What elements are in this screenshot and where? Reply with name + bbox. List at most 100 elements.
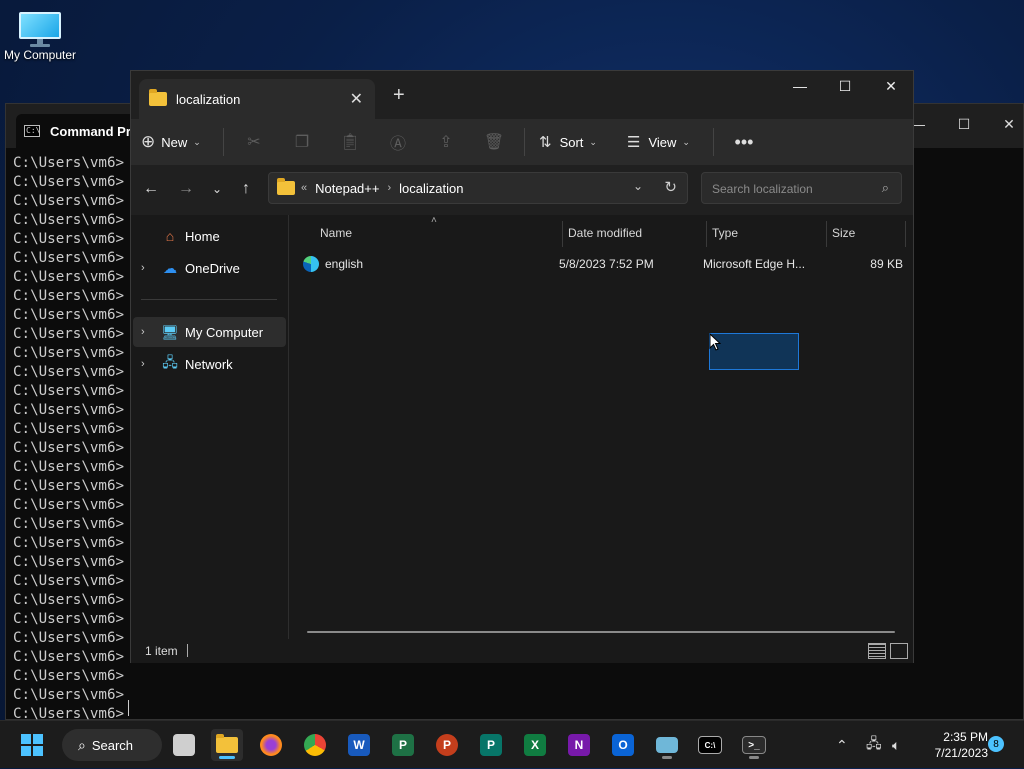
chevron-right-icon[interactable]: › <box>141 326 161 338</box>
taskbar-powerpoint[interactable]: P <box>431 729 463 761</box>
forward-icon[interactable]: → <box>174 177 198 201</box>
up-icon[interactable]: ↑ <box>234 177 258 201</box>
column-header-size[interactable]: Size <box>832 221 902 245</box>
cmd-line: C:\Users\vm6> <box>13 687 125 703</box>
cmd-line: C:\Users\vm6> <box>13 573 125 589</box>
excel-icon: X <box>524 734 546 756</box>
edge-html-file-icon <box>303 256 319 272</box>
project-icon: P <box>392 734 414 756</box>
refresh-icon[interactable]: ↻ <box>664 178 677 196</box>
notification-badge[interactable]: 8 <box>988 736 1004 752</box>
view-button[interactable]: ☰ View ⌄ <box>617 126 707 158</box>
volume-icon[interactable]: 🔈︎ <box>892 721 900 769</box>
monitor-icon <box>19 12 61 47</box>
cmd-line: C:\Users\vm6> <box>13 345 125 361</box>
nav-item-home[interactable]: ⌂ Home <box>133 221 286 251</box>
chevron-right-icon[interactable]: › <box>141 358 161 370</box>
folder-icon <box>149 89 167 106</box>
rename-icon[interactable]: Ⓐ <box>374 126 422 158</box>
chevron-right-icon[interactable]: › <box>141 262 161 274</box>
taskbar-search[interactable]: ⌕ Search <box>62 729 162 761</box>
more-options-icon[interactable]: ••• <box>720 126 768 158</box>
back-icon[interactable]: ← <box>139 177 163 201</box>
cmd-cursor <box>128 700 129 716</box>
cmd-line: C:\Users\vm6> <box>13 193 125 209</box>
taskbar-project[interactable]: P <box>387 729 419 761</box>
cmd-line: C:\Users\vm6> <box>13 611 125 627</box>
plus-circle-icon: ⊕ <box>141 132 156 151</box>
home-icon: ⌂ <box>165 228 175 244</box>
cmd-line: C:\Users\vm6> <box>13 402 125 418</box>
nav-item-onedrive[interactable]: › ☁ OneDrive <box>133 253 286 283</box>
taskbar-chrome[interactable] <box>299 729 331 761</box>
maximize-button[interactable]: ☐ <box>822 71 868 101</box>
breadcrumb-localization[interactable]: localization <box>399 181 463 196</box>
sort-button[interactable]: ⇅ Sort ⌄ <box>531 126 617 158</box>
view-label: View <box>648 134 677 150</box>
taskbar-file-explorer[interactable] <box>211 729 243 761</box>
taskbar-touch-keyboard[interactable] <box>651 729 683 761</box>
new-tab-button[interactable]: + <box>393 84 405 107</box>
tiles-view-icon[interactable] <box>890 643 908 659</box>
folder-icon <box>277 178 295 195</box>
network-icon: 🖧 <box>162 354 178 370</box>
minimize-button[interactable]: — <box>777 71 823 101</box>
firefox-icon <box>260 734 282 756</box>
search-input[interactable] <box>710 181 874 197</box>
file-list[interactable]: ˄ Name Date modified Type Size english 5… <box>289 215 913 639</box>
taskbar-terminal[interactable]: >_ <box>738 729 770 761</box>
close-tab-icon[interactable]: ✕ <box>350 89 363 109</box>
taskbar-onenote[interactable]: N <box>563 729 595 761</box>
explorer-tab-bar[interactable]: localization ✕ + — ☐ ✕ <box>131 71 913 119</box>
details-view-icon[interactable] <box>868 643 886 659</box>
taskbar-command-prompt[interactable]: C:\ <box>694 729 726 761</box>
chevron-down-icon: ⌄ <box>589 136 597 147</box>
taskbar: ⌕ Search W P P P X N O C:\ >_ ⌃ 🖧 🔈︎ 2:3… <box>0 720 1024 768</box>
copy-icon[interactable]: ❐ <box>278 126 326 158</box>
column-header-date-modified[interactable]: Date modified <box>568 221 703 245</box>
horizontal-scrollbar[interactable] <box>307 631 895 633</box>
breadcrumb-notepadpp[interactable]: Notepad++ <box>315 181 379 196</box>
address-dropdown-icon[interactable]: ⌄ <box>633 179 643 193</box>
search-box[interactable]: ⌕ <box>701 172 902 204</box>
task-view-button[interactable] <box>168 729 200 761</box>
toolbar-divider <box>524 128 525 156</box>
crumb-prefix[interactable]: « <box>301 182 307 194</box>
command-bar: ⊕ New ⌄ ✂ ❐ 📋︎ Ⓐ ⇪ 🗑︎ ⇅ Sort ⌄ ☰ View ⌄ … <box>131 119 913 165</box>
cmd-maximize-button[interactable]: ☐ <box>942 104 986 144</box>
recent-locations-icon[interactable]: ⌄ <box>205 177 229 201</box>
show-hidden-icons-button[interactable]: ⌃ <box>836 721 848 769</box>
sort-label: Sort <box>559 134 584 150</box>
taskbar-excel[interactable]: X <box>519 729 551 761</box>
toolbar-divider <box>223 128 224 156</box>
paste-icon[interactable]: 📋︎ <box>326 126 374 158</box>
cmd-output[interactable]: C:\Users\vm6> C:\Users\vm6> C:\Users\vm6> C… <box>13 154 124 724</box>
column-header-name[interactable]: Name <box>320 221 560 245</box>
new-button[interactable]: ⊕ New ⌄ <box>141 126 217 158</box>
nav-item-my-computer[interactable]: › 🖥︎ My Computer <box>133 317 286 347</box>
cut-icon[interactable]: ✂ <box>230 126 278 158</box>
share-icon[interactable]: ⇪ <box>422 126 470 158</box>
taskbar-word[interactable]: W <box>343 729 375 761</box>
close-button[interactable]: ✕ <box>868 71 914 101</box>
address-bar[interactable]: « Notepad++ › localization ⌄ ↻ <box>268 172 688 204</box>
chevron-right-icon[interactable]: › <box>387 182 391 194</box>
delete-icon[interactable]: 🗑︎ <box>470 126 518 158</box>
cmd-line: C:\Users\vm6> <box>13 250 125 266</box>
start-button[interactable] <box>16 729 48 761</box>
column-header-type[interactable]: Type <box>712 221 822 245</box>
nav-item-network[interactable]: › 🖧 Network <box>133 349 286 379</box>
taskbar-firefox[interactable] <box>255 729 287 761</box>
clock[interactable]: 2:35 PM 7/21/2023 <box>918 729 988 761</box>
clock-time: 2:35 PM <box>943 730 988 744</box>
cmd-close-button[interactable]: ✕ <box>987 104 1024 144</box>
explorer-tab[interactable]: localization ✕ <box>139 79 375 119</box>
taskbar-publisher[interactable]: P <box>475 729 507 761</box>
desktop-icon-my-computer[interactable]: My Computer <box>2 8 78 62</box>
cmd-line: C:\Users\vm6> <box>13 592 125 608</box>
powerpoint-icon: P <box>436 734 458 756</box>
taskbar-outlook[interactable]: O <box>607 729 639 761</box>
mouse-pointer-icon <box>709 333 721 351</box>
table-row[interactable]: english 5/8/2023 7:52 PM Microsoft Edge … <box>303 251 907 277</box>
network-status-icon[interactable]: 🖧 <box>866 721 882 769</box>
